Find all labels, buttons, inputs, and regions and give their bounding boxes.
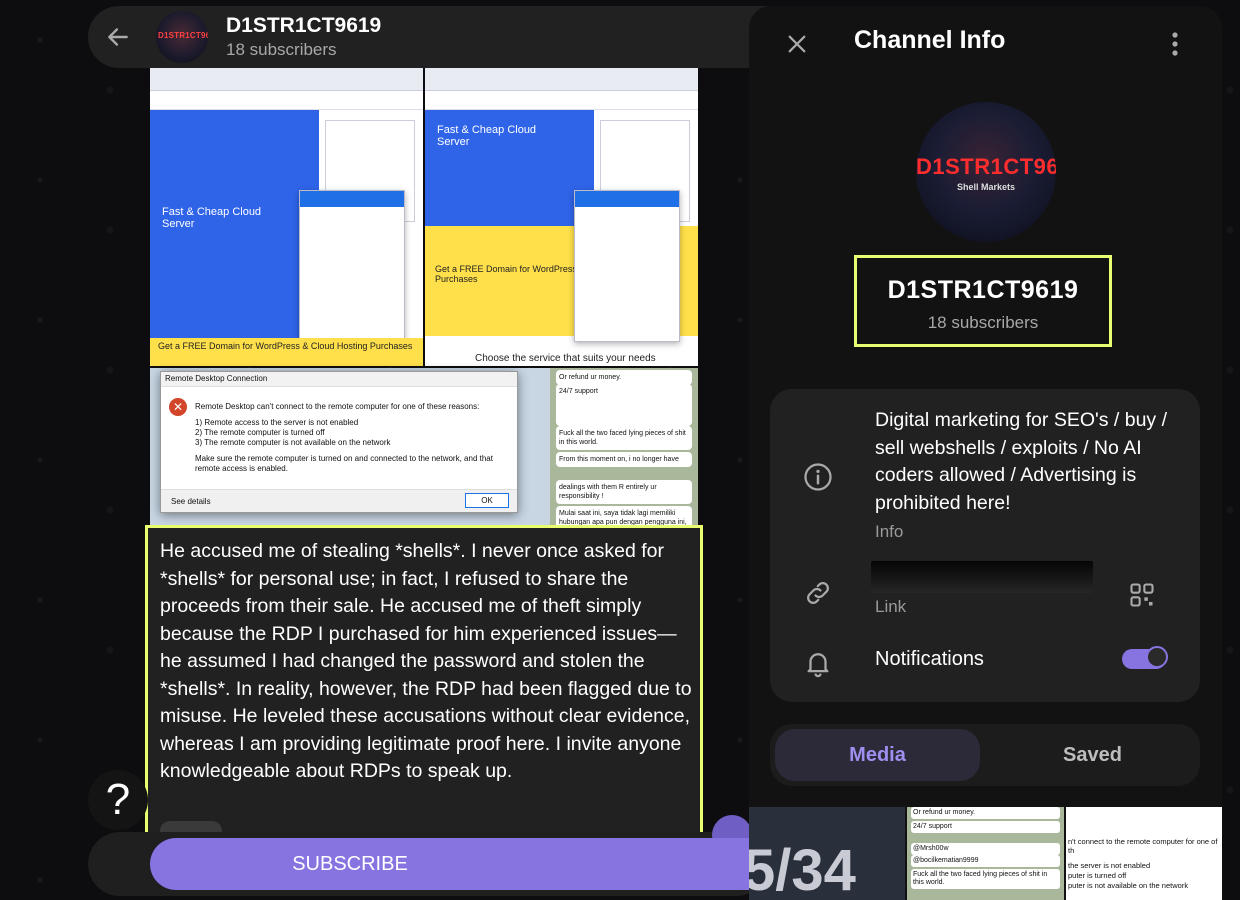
browser-tabbar bbox=[150, 68, 423, 91]
qr-code-icon bbox=[1130, 583, 1154, 607]
thumbnail-text: @Mrsh00w bbox=[911, 843, 1060, 855]
info-icon bbox=[800, 459, 836, 495]
channel-title: D1STR1CT9619 bbox=[226, 14, 382, 37]
media-album: Fast & Cheap Cloud Server Get a FREE Dom… bbox=[150, 68, 698, 368]
dialog-ok-button: OK bbox=[465, 493, 509, 508]
media-thumbnail[interactable]: Or refund ur money. 24/7 support @Mrsh00… bbox=[907, 807, 1064, 900]
media-thumbnail[interactable]: 5/34 bbox=[749, 807, 905, 900]
thumbnail-text: Or refund ur money. bbox=[911, 807, 1060, 819]
description-label: Info bbox=[875, 522, 904, 541]
tab-media[interactable]: Media bbox=[775, 729, 980, 781]
link-label: Link bbox=[875, 597, 907, 616]
avatar-logo-subtext: Shell Markets bbox=[956, 182, 1016, 192]
photo-headline: Fast & Cheap Cloud Server bbox=[162, 206, 262, 230]
dialog-message: Remote Desktop can't connect to the remo… bbox=[195, 402, 509, 474]
media-tabs: Media Saved bbox=[770, 724, 1200, 786]
back-button[interactable] bbox=[88, 7, 148, 67]
chat-bubble: 24/7 support bbox=[556, 384, 692, 426]
chat-popup bbox=[299, 190, 405, 342]
chat-header: D1STR1CT9619 D1STR1CT9619 18 subscribers bbox=[88, 6, 808, 68]
dialog-advice: Make sure the remote computer is turned … bbox=[195, 454, 493, 473]
channel-subscribers: 18 subscribers bbox=[927, 313, 1039, 332]
panel-title: Channel Info bbox=[854, 26, 1006, 54]
media-photo-1[interactable]: Fast & Cheap Cloud Server Get a FREE Dom… bbox=[150, 68, 423, 366]
media-thumbnail[interactable]: n't connect to the remote computer for o… bbox=[1066, 807, 1222, 900]
media-thumbnails: 5/34 Or refund ur money. 24/7 support @M… bbox=[749, 807, 1222, 900]
channel-info-panel: Channel Info D1STR1CT9619 Shell Markets … bbox=[749, 6, 1222, 900]
avatar-logo-text: D1STR1CT9619 bbox=[158, 31, 208, 40]
browser-addressbar bbox=[425, 91, 698, 110]
chat-bubble: Fuck all the two faced lying pieces of s… bbox=[556, 426, 692, 450]
media-photo-2[interactable]: Fast & Cheap Cloud Server Get a FREE Dom… bbox=[425, 68, 698, 366]
dialog-title: Remote Desktop Connection bbox=[161, 372, 517, 387]
dialog-footer: See details OK bbox=[161, 489, 517, 512]
channel-title-block[interactable]: D1STR1CT9619 18 subscribers bbox=[226, 14, 381, 60]
message-text: He accused me of stealing *shells*. I ne… bbox=[160, 540, 692, 782]
help-button[interactable]: ? bbox=[88, 770, 148, 830]
dialog-reasons: 1) Remote access to the server is not en… bbox=[195, 418, 391, 447]
channel-name-block: D1STR1CT9619 18 subscribers bbox=[854, 255, 1112, 347]
close-button[interactable] bbox=[779, 26, 815, 62]
qr-code-button[interactable] bbox=[1124, 577, 1160, 613]
message-bubble[interactable]: He accused me of stealing *shells*. I ne… bbox=[145, 525, 703, 838]
browser-addressbar bbox=[150, 91, 423, 110]
channel-info-card: Digital marketing for SEO's / buy / sell… bbox=[770, 389, 1200, 702]
thumbnail-text: puter is not available on the network bbox=[1068, 881, 1189, 890]
chat-bubble: From this moment on, i no longer have bbox=[556, 452, 692, 467]
notifications-label: Notifications bbox=[875, 648, 984, 670]
close-icon bbox=[788, 35, 806, 53]
thumbnail-text: puter is turned off bbox=[1068, 871, 1127, 880]
media-photo-4[interactable]: Or refund ur money. 24/7 support Fuck al… bbox=[550, 368, 698, 528]
browser-tabbar bbox=[425, 68, 698, 91]
thumbnail-text: n't connect to the remote computer for o… bbox=[1068, 837, 1218, 855]
thumbnail-text: 24/7 support bbox=[911, 821, 1060, 833]
arrow-left-icon bbox=[108, 28, 128, 46]
chat-bubble: Or refund ur money. bbox=[556, 370, 692, 385]
notifications-toggle[interactable] bbox=[1122, 646, 1168, 669]
more-vertical-icon bbox=[1172, 32, 1178, 56]
thumbnail-text: the server is not enabled bbox=[1068, 861, 1151, 870]
tab-saved[interactable]: Saved bbox=[990, 729, 1195, 781]
channel-link-redacted[interactable] bbox=[871, 561, 1093, 593]
chat-bubble: dealings with them R entirely ur respons… bbox=[556, 480, 692, 504]
photo-headline: Fast & Cheap Cloud Server bbox=[437, 124, 537, 148]
channel-profile-photo[interactable]: D1STR1CT9619 Shell Markets bbox=[916, 102, 1056, 242]
channel-description: Digital marketing for SEO's / buy / sell… bbox=[875, 409, 1167, 514]
dialog-reason-intro: Remote Desktop can't connect to the remo… bbox=[195, 402, 480, 411]
panel-header: Channel Info bbox=[749, 6, 1222, 78]
toggle-knob bbox=[1146, 646, 1168, 668]
see-details-toggle: See details bbox=[171, 497, 211, 506]
thumbnail-text: 5/34 bbox=[749, 838, 856, 900]
channel-subscriber-count: 18 subscribers bbox=[226, 40, 337, 59]
error-icon: ✕ bbox=[169, 398, 187, 416]
rdp-error-dialog: Remote Desktop Connection ✕ Remote Deskt… bbox=[160, 371, 518, 513]
thumbnail-text: Fuck all the two faced lying pieces of s… bbox=[911, 869, 1060, 889]
channel-name: D1STR1CT9619 bbox=[887, 276, 1079, 304]
channel-avatar[interactable]: D1STR1CT9619 bbox=[156, 11, 208, 63]
photo-footer-text: Choose the service that suits your needs bbox=[475, 353, 656, 364]
more-options-button[interactable] bbox=[1157, 26, 1193, 62]
chat-popup bbox=[574, 190, 680, 342]
bell-icon bbox=[800, 645, 836, 681]
link-icon bbox=[800, 575, 836, 611]
promo-banner: Get a FREE Domain for WordPress & Cloud … bbox=[150, 338, 423, 366]
thumbnail-text: @bocilkematian9999 bbox=[911, 855, 1060, 867]
avatar-logo-text: D1STR1CT9619 bbox=[916, 154, 1056, 179]
